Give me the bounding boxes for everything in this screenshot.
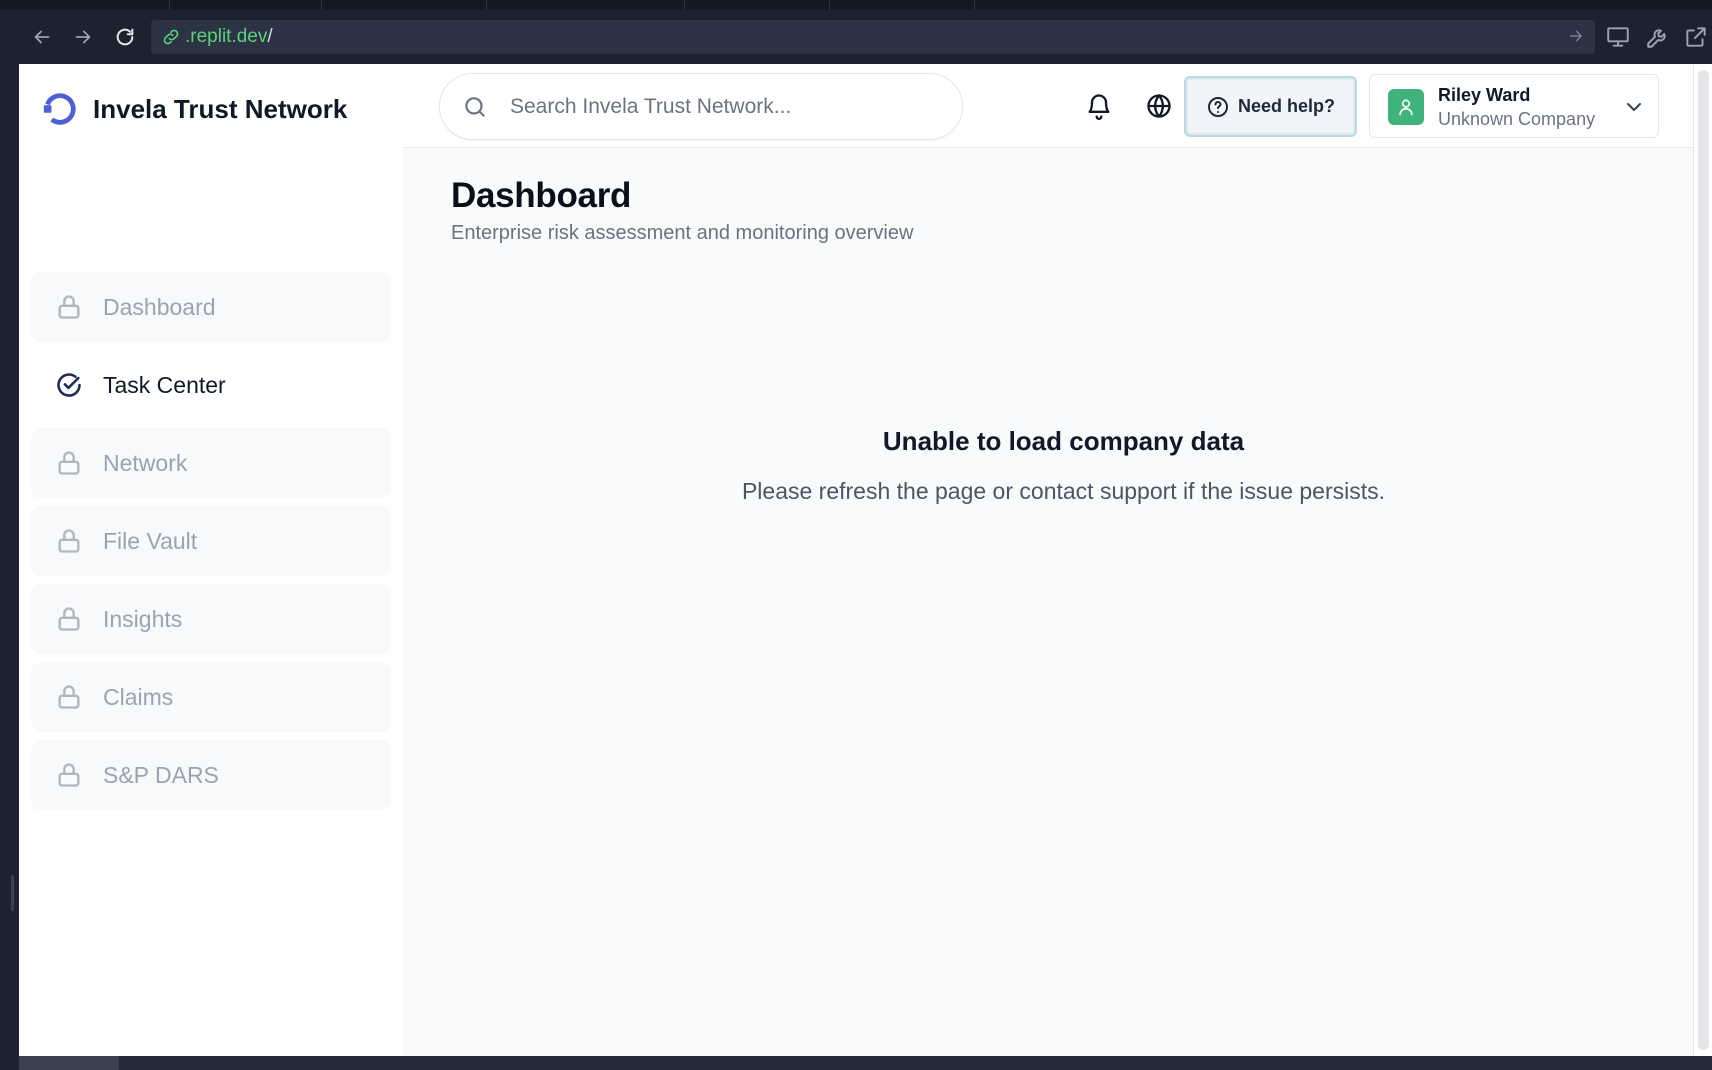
reload-icon [116,28,134,46]
lock-icon [58,295,80,319]
error-message: Please refresh the page or contact suppo… [741,478,1386,504]
lock-icon [58,451,80,475]
external-link-icon[interactable] [1683,24,1709,50]
lock-icon [58,763,80,787]
sidebar-nav: Dashboard Task Center Network File Vault… [31,272,391,818]
sidebar-item-label: Claims [103,683,174,710]
editor-tab[interactable] [487,0,685,10]
editor-tab[interactable] [170,0,322,10]
search-placeholder: Search Invela Trust Network... [510,94,792,118]
editor-tab-strip [0,0,1712,10]
lock-icon [58,685,80,709]
lock-icon [58,607,80,631]
search-input[interactable]: Search Invela Trust Network... [439,73,963,140]
forward-button[interactable] [66,10,100,64]
wrench-icon[interactable] [1645,24,1671,50]
error-title: Unable to load company data [882,426,1245,456]
back-button[interactable] [25,10,59,64]
editor-tab[interactable] [322,0,487,10]
globe-icon[interactable] [1145,92,1173,120]
page-scrollbar[interactable] [1693,64,1712,1056]
sidebar-item-label: Dashboard [103,293,216,320]
need-help-label: Need help? [1237,96,1335,116]
link-icon [163,29,179,45]
sidebar-item-network[interactable]: Network [31,428,391,498]
editor-tab[interactable] [0,0,170,10]
need-help-button[interactable]: Need help? [1184,76,1357,137]
sidebar-item-label: Network [103,449,188,476]
sidebar: Invela Trust Network Dashboard Task Cent… [19,64,403,1056]
sidebar-item-label: File Vault [103,527,198,554]
sidebar-item-label: Task Center [103,371,226,398]
avatar [1388,89,1424,125]
sidebar-item-claims[interactable]: Claims [31,662,391,732]
url-path: / [267,26,273,47]
sidebar-item-label: S&P DARS [103,761,219,788]
user-menu[interactable]: Riley Ward Unknown Company [1369,74,1659,138]
app-viewport: Invela Trust Network Dashboard Task Cent… [19,64,1693,1056]
user-icon [1399,99,1413,116]
go-arrow-icon[interactable] [1567,27,1585,45]
bottom-tab[interactable] [19,1056,119,1070]
help-circle-icon [1207,96,1228,117]
sidebar-item-insights[interactable]: Insights [31,584,391,654]
brand-logo-icon [43,93,76,125]
top-header: Search Invela Trust Network... Need help… [403,64,1693,148]
sidebar-item-label: Insights [103,605,183,632]
reload-button[interactable] [108,10,142,64]
page-title: Dashboard [451,176,632,215]
url-host: .replit.dev [185,26,268,47]
user-company: Unknown Company [1438,109,1596,129]
editor-tab[interactable] [830,0,975,10]
brand-name: Invela Trust Network [93,93,348,124]
page-subtitle: Enterprise risk assessment and monitorin… [451,222,914,244]
bell-icon[interactable] [1085,92,1113,120]
forward-icon [75,30,91,44]
check-circle-icon [57,373,81,397]
sidebar-item-file-vault[interactable]: File Vault [31,506,391,576]
user-name: Riley Ward [1438,85,1531,105]
devices-icon[interactable] [1605,24,1631,50]
editor-left-gutter [0,10,19,1070]
resize-handle[interactable] [11,875,14,911]
sidebar-item-sp-dars[interactable]: S&P DARS [31,740,391,810]
url-field[interactable]: .replit.dev / [151,20,1595,54]
chevron-down-icon [1627,103,1641,111]
search-icon [465,96,485,117]
browser-toolbar: .replit.dev / [19,10,1712,64]
editor-tab[interactable] [685,0,830,10]
brand-logo[interactable]: Invela Trust Network [41,90,347,128]
lock-icon [58,529,80,553]
editor-bottom-bar [19,1056,1712,1070]
sidebar-item-task-center[interactable]: Task Center [31,350,391,420]
sidebar-item-dashboard[interactable]: Dashboard [31,272,391,342]
scrollbar-thumb[interactable] [1698,70,1709,1050]
back-icon [34,30,50,44]
